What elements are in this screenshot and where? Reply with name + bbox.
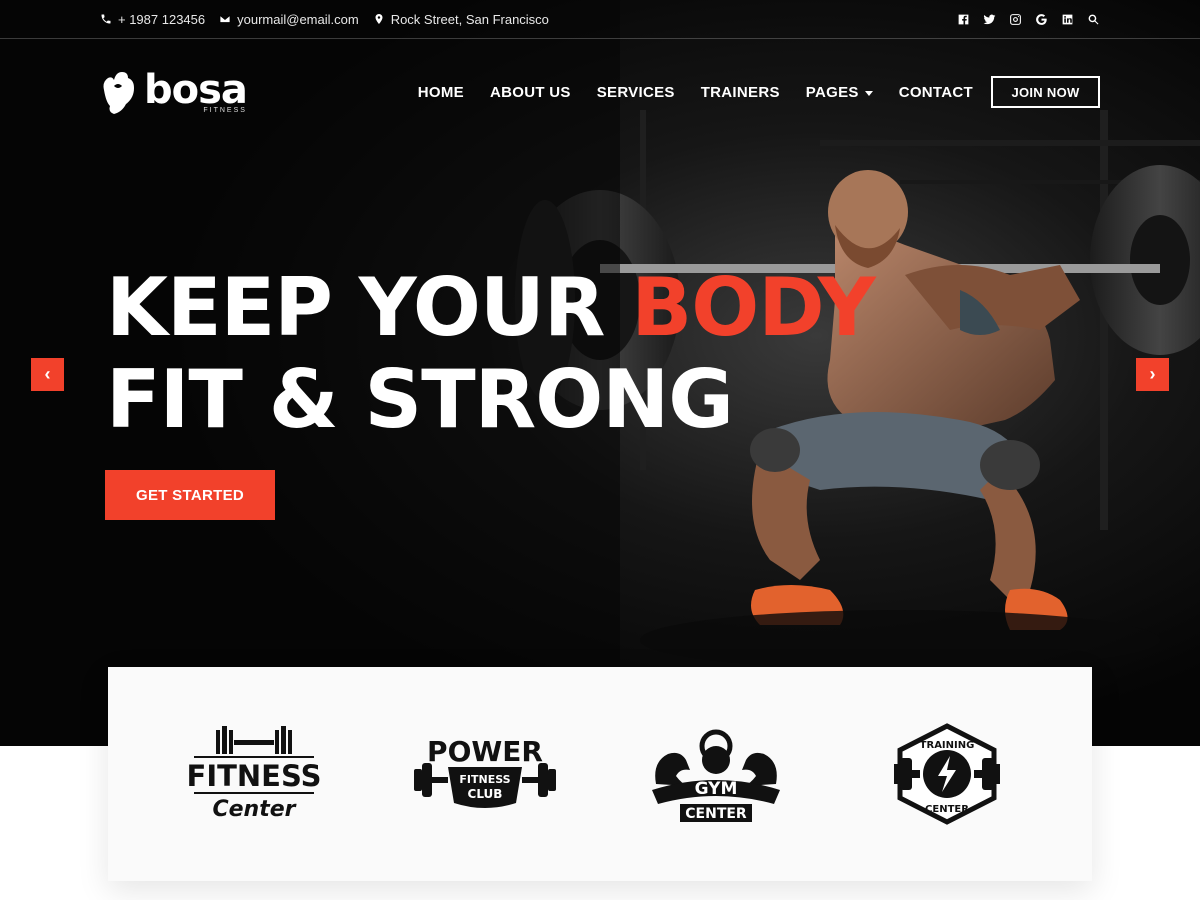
social-links <box>956 12 1100 26</box>
partner-logo-fitness-center[interactable]: FITNESS Center <box>164 709 344 839</box>
join-now-button[interactable]: JOIN NOW <box>991 76 1100 108</box>
headline-line-2: FIT & STRONG <box>106 353 734 446</box>
email-text: yourmail@email.com <box>237 11 359 27</box>
slider-prev-button[interactable]: ‹ <box>31 358 64 391</box>
hero-headline: KEEP YOUR BODY FIT & STRONG <box>106 261 876 446</box>
logo-text: bosa FITNESS <box>144 67 248 114</box>
contact-info: + 1987 123456 yourmail@email.com Rock St… <box>100 12 549 27</box>
partner-2-line-2: FITNESS <box>459 773 510 786</box>
phone-info[interactable]: + 1987 123456 <box>100 12 205 27</box>
brand-tagline: FITNESS <box>203 107 247 114</box>
partner-2-line-3: CLUB <box>467 787 502 801</box>
site-logo[interactable]: bosa FITNESS <box>100 67 248 116</box>
twitter-icon[interactable] <box>982 12 996 26</box>
flexing-figure-icon <box>103 72 134 114</box>
partner-2-line-1: POWER <box>427 735 543 768</box>
partner-logo-gym-center[interactable]: GYM CENTER <box>626 709 806 839</box>
partner-4-line-2: CENTER <box>925 804 969 815</box>
linkedin-icon[interactable] <box>1060 12 1074 26</box>
nav-pages-label: PAGES <box>805 83 859 101</box>
nav-trainers[interactable]: TRAINERS <box>701 84 780 101</box>
instagram-icon[interactable] <box>1008 12 1022 26</box>
address-text: Rock Street, San Francisco <box>390 11 549 27</box>
partner-1-line-2: Center <box>212 797 296 822</box>
google-icon[interactable] <box>1034 12 1048 26</box>
hexagon-dumbbell-icon: TRAINING CENTER <box>893 723 1000 825</box>
phone-icon <box>101 14 111 24</box>
slider-next-button[interactable]: › <box>1136 358 1169 391</box>
partner-logo-training-center[interactable]: TRAINING CENTER <box>857 709 1037 839</box>
barbell-icon: FITNESS Center <box>186 726 321 822</box>
facebook-icon[interactable] <box>956 12 970 26</box>
search-icon[interactable] <box>1086 12 1100 26</box>
nav-services[interactable]: SERVICES <box>597 84 675 101</box>
nav-home[interactable]: HOME <box>418 84 464 101</box>
envelope-icon <box>219 15 231 23</box>
caret-down-icon <box>864 90 873 96</box>
dumbbell-badge-icon: POWER FITNESS CLUB <box>413 735 556 808</box>
partner-4-line-1: TRAINING <box>919 740 974 751</box>
headline-line-1: KEEP YOUR BODY <box>106 261 876 354</box>
get-started-button[interactable]: GET STARTED <box>105 470 275 520</box>
partner-logo-power-fitness-club[interactable]: POWER FITNESS CLUB <box>395 709 575 839</box>
top-bar: + 1987 123456 yourmail@email.com Rock St… <box>0 0 1200 39</box>
nav-about-us[interactable]: ABOUT US <box>490 84 571 101</box>
partner-logos: FITNESS Center POWER FITNESS CLUB GYM CE… <box>108 667 1092 881</box>
headline-accent: BODY <box>631 261 875 354</box>
partner-3-line-1: GYM <box>694 779 737 799</box>
kettlebell-arms-icon: GYM CENTER <box>651 729 780 822</box>
email-info[interactable]: yourmail@email.com <box>219 12 359 27</box>
partner-1-line-1: FITNESS <box>186 759 321 793</box>
partner-3-line-2: CENTER <box>685 806 747 822</box>
main-nav: HOME ABOUT US SERVICES TRAINERS PAGES CO… <box>418 76 1100 108</box>
nav-contact[interactable]: CONTACT <box>899 84 973 101</box>
phone-text: + 1987 123456 <box>118 11 206 27</box>
headline-prefix: KEEP YOUR <box>106 261 605 354</box>
map-pin-icon <box>375 14 383 24</box>
brand-name: bosa <box>144 67 248 113</box>
address-info: Rock Street, San Francisco <box>373 12 549 27</box>
nav-pages[interactable]: PAGES <box>806 84 873 101</box>
main-header: bosa FITNESS HOME ABOUT US SERVICES TRAI… <box>0 40 1200 144</box>
